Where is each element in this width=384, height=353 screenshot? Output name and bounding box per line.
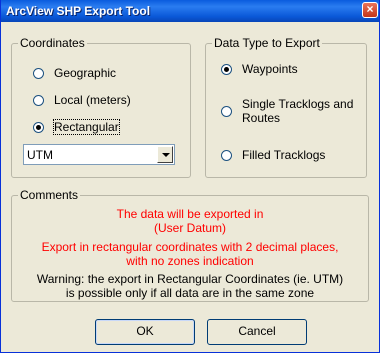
radio-label: Local (meters) — [54, 93, 131, 107]
coordinates-legend: Coordinates — [20, 36, 85, 50]
title-bar[interactable]: ArcView SHP Export Tool × — [1, 0, 379, 22]
projection-select[interactable]: UTM — [23, 144, 175, 165]
warning-message: Warning: the export in Rectangular Coord… — [21, 272, 359, 300]
export-datum-message: The data will be exported in (User Datum… — [21, 207, 359, 235]
radio-button-selected[interactable] — [221, 63, 232, 75]
radio-geographic[interactable]: Geographic — [33, 66, 116, 80]
radio-label-line: Single Tracklogs and — [242, 97, 354, 111]
chevron-down-icon[interactable] — [157, 146, 173, 163]
radio-label: Rectangular — [53, 119, 120, 135]
radio-button[interactable] — [221, 105, 232, 117]
comments-legend: Comments — [20, 188, 79, 202]
radio-button-selected[interactable] — [33, 121, 44, 133]
export-dialog: ArcView SHP Export Tool × Coordinates Ge… — [0, 0, 380, 353]
radio-button[interactable] — [221, 149, 232, 161]
comment-line: Warning: the export in Rectangular Coord… — [36, 272, 344, 286]
comment-line: is possible only if all data are in the … — [65, 286, 315, 300]
radio-single-tracklogs[interactable]: Single Tracklogs and Routes — [221, 97, 353, 125]
export-format-message: Export in rectangular coordinates with 2… — [21, 240, 359, 268]
radio-button[interactable] — [33, 94, 44, 106]
radio-local-meters[interactable]: Local (meters) — [33, 93, 131, 107]
radio-button[interactable] — [33, 67, 44, 79]
radio-label: Geographic — [54, 66, 117, 80]
comment-line: with no zones indication — [126, 254, 254, 268]
radio-label: Waypoints — [242, 62, 298, 76]
comment-line: Export in rectangular coordinates with 2… — [41, 240, 339, 254]
radio-rectangular[interactable]: Rectangular — [33, 119, 120, 135]
ok-button[interactable]: OK — [95, 319, 195, 345]
projection-select-value: UTM — [27, 148, 53, 162]
close-button[interactable]: × — [362, 2, 378, 18]
window-title: ArcView SHP Export Tool — [6, 4, 151, 18]
radio-label-line: Routes — [242, 111, 281, 125]
radio-label-block: Single Tracklogs and Routes — [242, 97, 353, 125]
close-icon: × — [366, 2, 374, 16]
cancel-button[interactable]: Cancel — [207, 319, 307, 345]
radio-filled-tracklogs[interactable]: Filled Tracklogs — [221, 148, 325, 162]
comment-line: The data will be exported in — [116, 207, 264, 221]
comment-line: (User Datum) — [153, 221, 226, 235]
radio-waypoints[interactable]: Waypoints — [221, 62, 298, 76]
data-type-legend: Data Type to Export — [214, 36, 320, 50]
radio-label: Filled Tracklogs — [242, 148, 326, 162]
